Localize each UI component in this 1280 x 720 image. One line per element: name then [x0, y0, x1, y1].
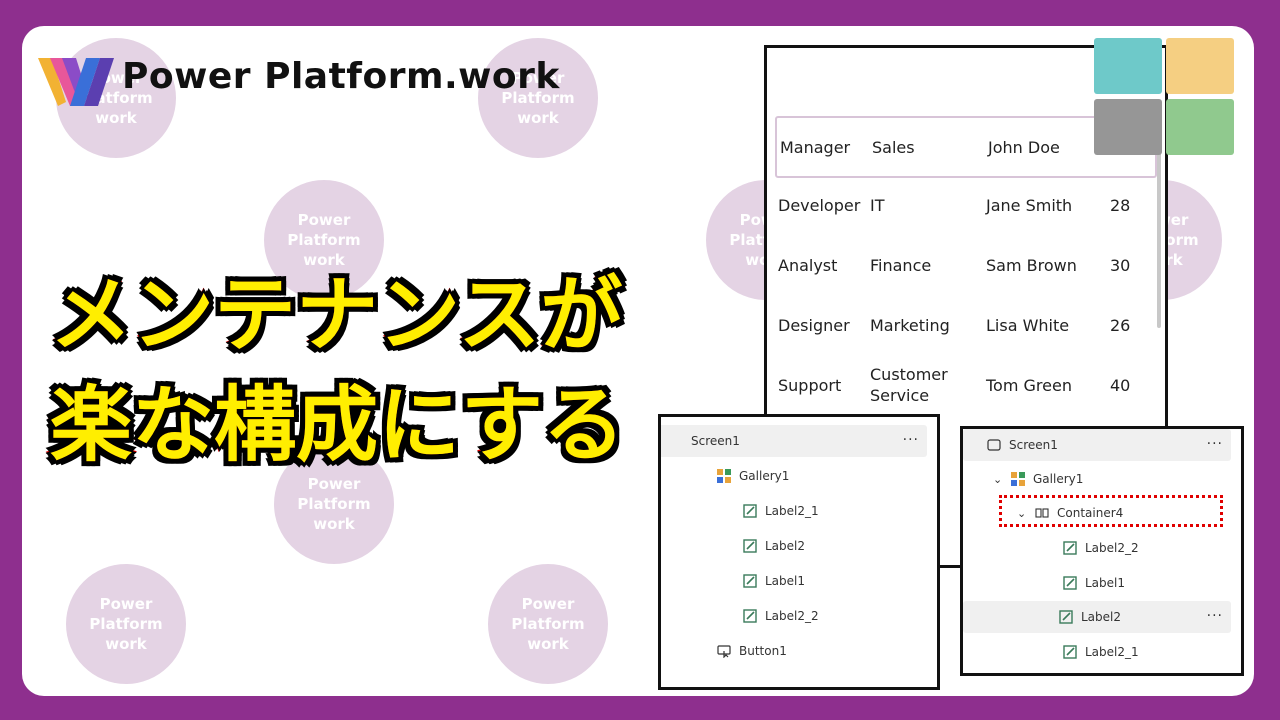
tree-node-label: Label2_2	[1085, 541, 1139, 555]
headline-line1: メンテナンスが	[47, 266, 624, 366]
tree-node-label: Label2_2	[765, 609, 819, 623]
tree-node-label-item[interactable]: Label1	[1063, 567, 1231, 599]
chevron-down-icon[interactable]: ⌄	[993, 473, 1007, 486]
cell-name: Lisa White	[986, 315, 1070, 335]
label-edit-icon	[1063, 645, 1077, 659]
cell-dept: IT	[870, 195, 885, 215]
container-highlight-box	[999, 495, 1223, 527]
tree-view-after: Screen1 ··· ⌄ Gallery1 ⌄ Container4 Labe…	[960, 426, 1244, 676]
tree-node-label: Screen1	[691, 434, 740, 448]
tree-node-label-item[interactable]: Label2	[743, 530, 927, 562]
cell-name: Tom Green	[986, 375, 1072, 395]
tree-node-label-item[interactable]: Label2_1	[743, 495, 927, 527]
cell-name: John Doe	[988, 137, 1060, 157]
tree-node-label-item[interactable]: Label2_2	[743, 600, 927, 632]
tree-node-label: Label2	[765, 539, 806, 553]
tree-view-before: Screen1 ··· Gallery1 Label2_1 Label2 Lab…	[658, 414, 940, 690]
watermark-circle: Power Platform work	[66, 564, 186, 684]
tree-node-gallery[interactable]: ⌄ Gallery1	[993, 463, 1231, 495]
gallery-row[interactable]: Developer IT Jane Smith 28	[775, 176, 1157, 234]
tree-node-screen[interactable]: Screen1 ···	[963, 429, 1231, 461]
cell-name: Jane Smith	[986, 195, 1073, 215]
more-icon[interactable]: ···	[903, 432, 919, 448]
cell-age: 28	[1110, 195, 1131, 215]
cell-name: Sam Brown	[986, 255, 1077, 275]
cell-role: Designer	[778, 315, 850, 335]
label-edit-icon	[1063, 541, 1077, 555]
gallery-row[interactable]: Support Customer Service Tom Green 40	[775, 356, 1157, 414]
label-edit-icon	[743, 504, 757, 518]
cell-age: 26	[1110, 315, 1131, 335]
tree-node-label-item[interactable]: Label2_2	[1063, 532, 1231, 564]
cell-dept: Sales	[872, 137, 915, 157]
power-platform-logo	[38, 58, 114, 106]
cell-role: Manager	[780, 137, 851, 157]
button-icon	[717, 645, 731, 658]
label-edit-icon	[1063, 576, 1077, 590]
watermark-circle: Power Platform work	[488, 564, 608, 684]
tree-node-label-item[interactable]: Label2_1	[1063, 636, 1231, 668]
tree-node-label: Label1	[765, 574, 806, 588]
tree-node-label: Gallery1	[739, 469, 790, 483]
brand-name: Power Platform.work	[122, 56, 560, 97]
cell-age: 40	[1110, 375, 1131, 395]
tree-node-gallery[interactable]: Gallery1	[717, 460, 927, 492]
tree-node-label: Label2	[1081, 610, 1122, 624]
label-edit-icon	[1059, 610, 1073, 624]
tree-node-label: Button1	[739, 644, 787, 658]
tree-node-label-item-hover[interactable]: Label2 ···	[963, 601, 1231, 633]
tree-node-label-item[interactable]: Label1	[743, 565, 927, 597]
gallery-row[interactable]: Designer Marketing Lisa White 26	[775, 296, 1157, 354]
cell-role: Analyst	[778, 255, 838, 275]
cell-role: Support	[778, 375, 842, 395]
swatch-gray	[1094, 99, 1162, 155]
more-icon[interactable]: ···	[1207, 436, 1223, 452]
headline-line2: 楽な構成にする	[48, 376, 628, 476]
gallery-row[interactable]: Analyst Finance Sam Brown 30	[775, 236, 1157, 294]
tree-node-label: Label2_1	[765, 504, 819, 518]
swatch-yellow	[1166, 38, 1234, 94]
tree-node-label: Gallery1	[1033, 472, 1084, 486]
cell-dept: Customer Service	[870, 365, 948, 405]
swatch-green	[1166, 99, 1234, 155]
swatch-teal	[1094, 38, 1162, 94]
more-icon[interactable]: ···	[1207, 608, 1223, 624]
label-edit-icon	[743, 539, 757, 553]
tree-node-label: Label1	[1085, 576, 1126, 590]
cell-dept: Marketing	[870, 315, 950, 335]
cell-role: Developer	[778, 195, 861, 215]
cell-age: 30	[1110, 255, 1131, 275]
gallery-icon	[1011, 472, 1025, 486]
tree-node-screen[interactable]: Screen1 ···	[661, 425, 927, 457]
tree-node-button[interactable]: Button1	[717, 635, 927, 667]
label-edit-icon	[743, 574, 757, 588]
gallery-icon	[717, 469, 731, 483]
cell-dept: Finance	[870, 255, 932, 275]
screen-icon	[987, 439, 1001, 451]
tree-node-label: Screen1	[1009, 438, 1058, 452]
label-edit-icon	[743, 609, 757, 623]
tree-node-label: Label2_1	[1085, 645, 1139, 659]
